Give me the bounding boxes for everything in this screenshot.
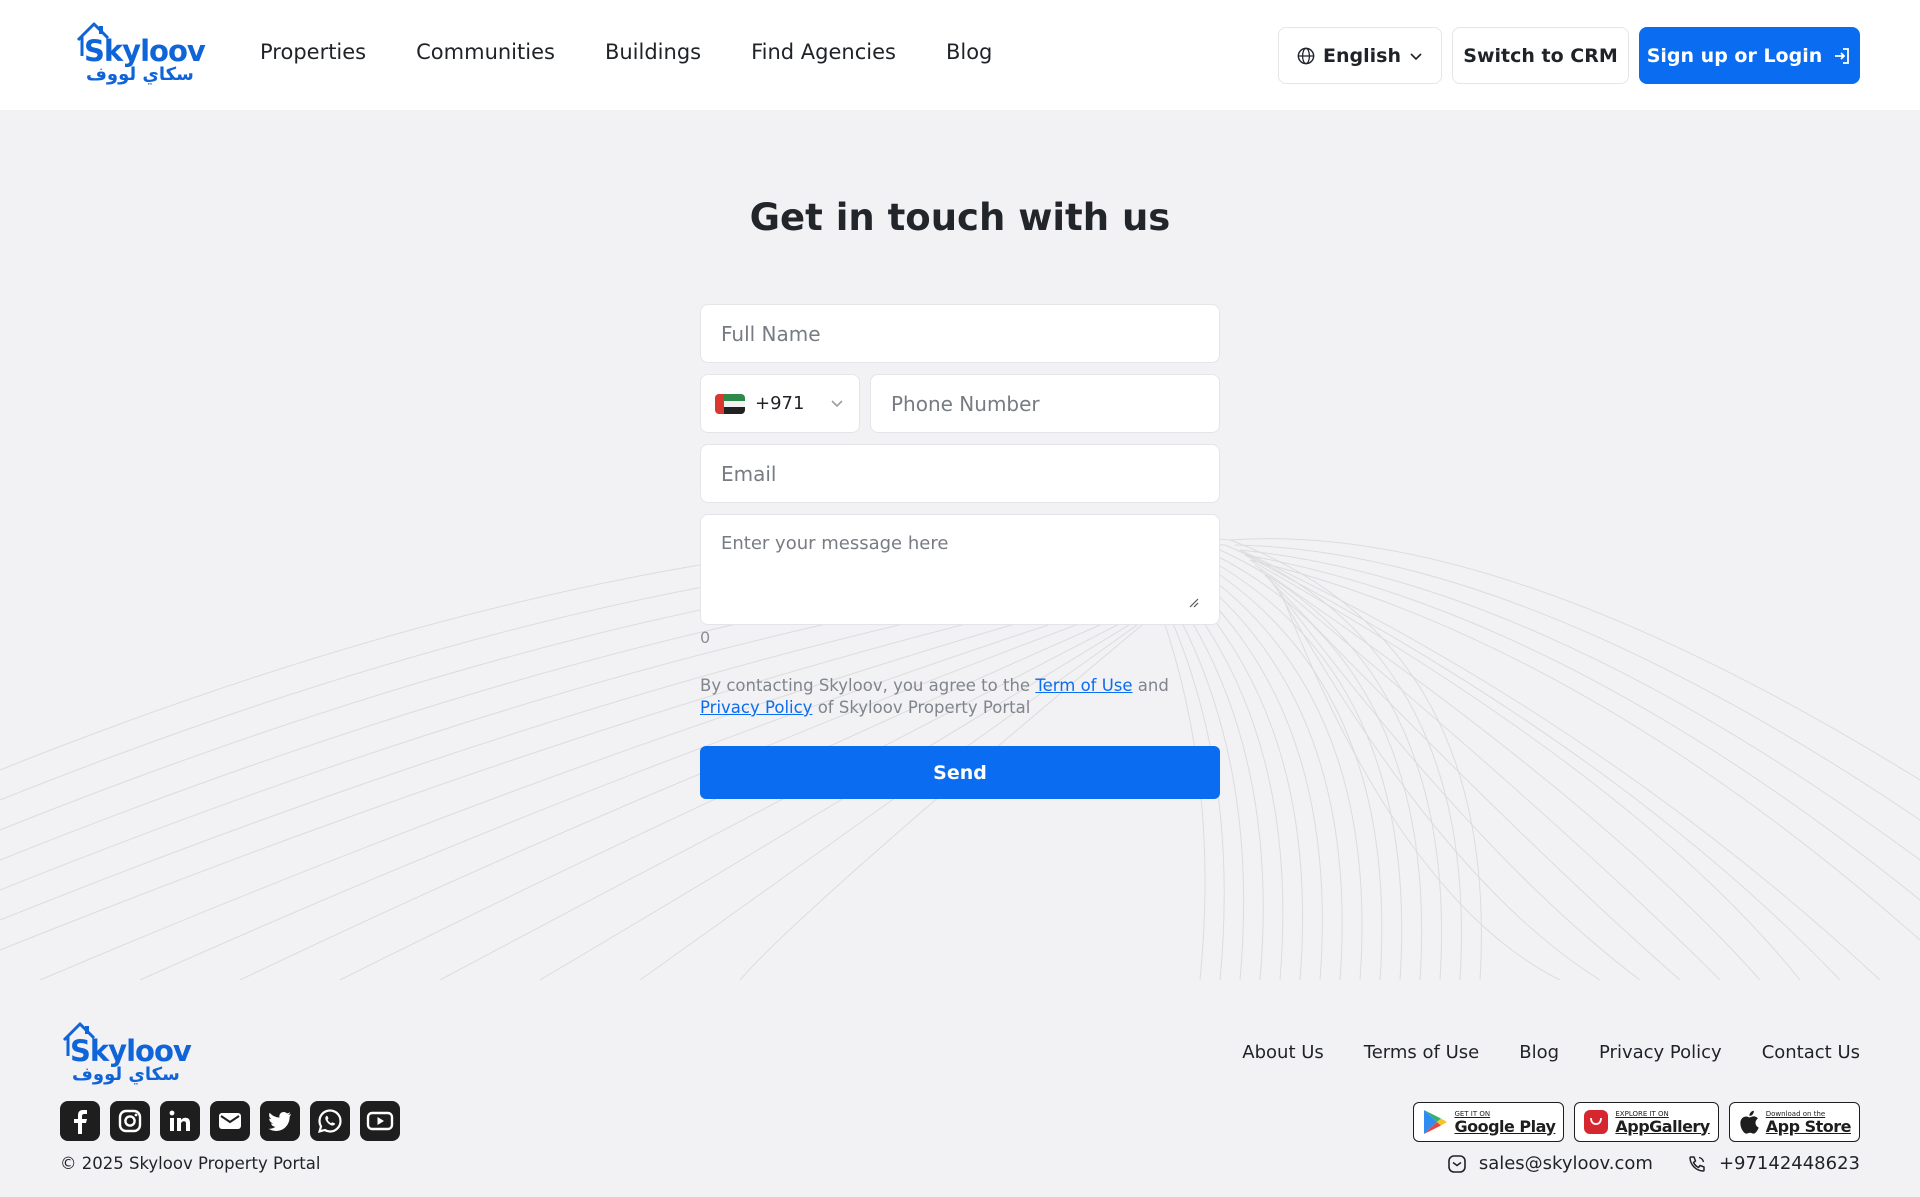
- footer-link-contact-us[interactable]: Contact Us: [1762, 1042, 1860, 1063]
- footer-link-blog[interactable]: Blog: [1519, 1042, 1559, 1063]
- app-gallery-badge[interactable]: EXPLORE IT ON AppGallery: [1574, 1102, 1719, 1142]
- footer-email-text: sales@skyloov.com: [1478, 1153, 1653, 1174]
- login-label: Sign up or Login: [1646, 44, 1823, 67]
- message-placeholder: Enter your message here: [721, 533, 949, 554]
- language-selector[interactable]: English: [1278, 27, 1442, 84]
- legal-notice: By contacting Skyloov, you agree to the …: [700, 675, 1225, 719]
- footer-phone[interactable]: +97142448623: [1687, 1153, 1860, 1174]
- google-play-icon: [1424, 1110, 1447, 1134]
- phone-icon: [1689, 1155, 1705, 1172]
- country-code-select[interactable]: +971: [700, 374, 860, 433]
- terms-of-use-link[interactable]: Term of Use: [1035, 676, 1132, 695]
- nav-properties[interactable]: Properties: [260, 40, 366, 64]
- whatsapp-icon[interactable]: [310, 1101, 350, 1141]
- email-input[interactable]: Email: [700, 444, 1220, 503]
- chevron-down-icon: [1410, 52, 1422, 60]
- footer-link-about-us[interactable]: About Us: [1242, 1042, 1324, 1063]
- instagram-icon[interactable]: [110, 1101, 150, 1141]
- app-store-badges: GET IT ON Google Play EXPLORE IT ON AppG…: [1413, 1102, 1860, 1142]
- social-links: [60, 1101, 400, 1141]
- full-name-input[interactable]: Full Name: [700, 304, 1220, 363]
- huawei-appgallery-icon: [1584, 1110, 1609, 1134]
- chevron-down-icon: [831, 400, 843, 408]
- mail-icon: [1448, 1154, 1466, 1173]
- footer-logo[interactable]: Skyloov سكاي لووف: [60, 1018, 192, 1090]
- send-button[interactable]: Send: [700, 746, 1220, 799]
- google-play-big: Google Play: [1454, 1116, 1556, 1136]
- site-header: Skyloov سكاي لووف Properties Communities…: [0, 0, 1920, 110]
- footer-links: About Us Terms of Use Blog Privacy Polic…: [1242, 1042, 1860, 1063]
- signup-login-button[interactable]: Sign up or Login: [1639, 27, 1860, 84]
- google-play-badge[interactable]: GET IT ON Google Play: [1413, 1102, 1565, 1142]
- footer-phone-text: +97142448623: [1718, 1153, 1860, 1174]
- logo-text-ar: سكاي لووف: [86, 64, 194, 85]
- app-store-text: Download on the App Store: [1765, 1110, 1852, 1136]
- message-textarea[interactable]: Enter your message here: [700, 514, 1220, 625]
- globe-icon: [1297, 47, 1315, 64]
- copyright-text: © 2025 Skyloov Property Portal: [60, 1154, 321, 1173]
- google-play-text: GET IT ON Google Play: [1454, 1110, 1555, 1135]
- legal-and: and: [1132, 676, 1169, 695]
- mail-icon[interactable]: [210, 1101, 250, 1141]
- facebook-icon[interactable]: [60, 1101, 100, 1141]
- nav-communities[interactable]: Communities: [416, 40, 555, 64]
- country-code-value: +971: [755, 393, 805, 414]
- main-nav: Properties Communities Buildings Find Ag…: [260, 40, 1042, 64]
- linkedin-icon[interactable]: [160, 1101, 200, 1141]
- skyloov-logo[interactable]: Skyloov سكاي لووف: [74, 18, 206, 90]
- footer-logo-text-ar: سكاي لووف: [72, 1064, 180, 1085]
- footer-email[interactable]: sales@skyloov.com: [1447, 1153, 1653, 1174]
- uae-flag-icon: [715, 393, 745, 414]
- app-gallery-text: EXPLORE IT ON AppGallery: [1615, 1110, 1710, 1136]
- switch-to-crm-button[interactable]: Switch to CRM: [1452, 27, 1629, 84]
- privacy-policy-link[interactable]: Privacy Policy: [700, 698, 812, 717]
- language-label: English: [1323, 44, 1401, 67]
- footer-link-privacy-policy[interactable]: Privacy Policy: [1599, 1042, 1722, 1063]
- footer-logo-text-en: Skyloov: [70, 1034, 192, 1068]
- character-counter: 0: [700, 628, 711, 647]
- legal-suffix: of Skyloov Property Portal: [812, 698, 1031, 717]
- nav-blog[interactable]: Blog: [946, 40, 992, 64]
- youtube-icon[interactable]: [360, 1101, 400, 1141]
- page-title: Get in touch with us: [749, 196, 1171, 239]
- logo-text-en: Skyloov: [84, 34, 206, 68]
- login-icon: [1835, 47, 1850, 64]
- footer-link-terms-of-use[interactable]: Terms of Use: [1364, 1042, 1479, 1063]
- nav-find-agencies[interactable]: Find Agencies: [751, 40, 896, 64]
- footer-contacts: sales@skyloov.com +97142448623: [1447, 1153, 1860, 1174]
- app-gallery-big: AppGallery: [1615, 1116, 1710, 1136]
- app-store-badge[interactable]: Download on the App Store: [1728, 1102, 1860, 1142]
- nav-buildings[interactable]: Buildings: [605, 40, 701, 64]
- app-store-big: App Store: [1765, 1116, 1852, 1136]
- twitter-icon[interactable]: [260, 1101, 300, 1141]
- phone-number-input[interactable]: Phone Number: [870, 374, 1220, 433]
- apple-icon: [1740, 1110, 1759, 1134]
- legal-prefix: By contacting Skyloov, you agree to the: [700, 676, 1036, 695]
- resize-handle-icon[interactable]: [1189, 598, 1199, 608]
